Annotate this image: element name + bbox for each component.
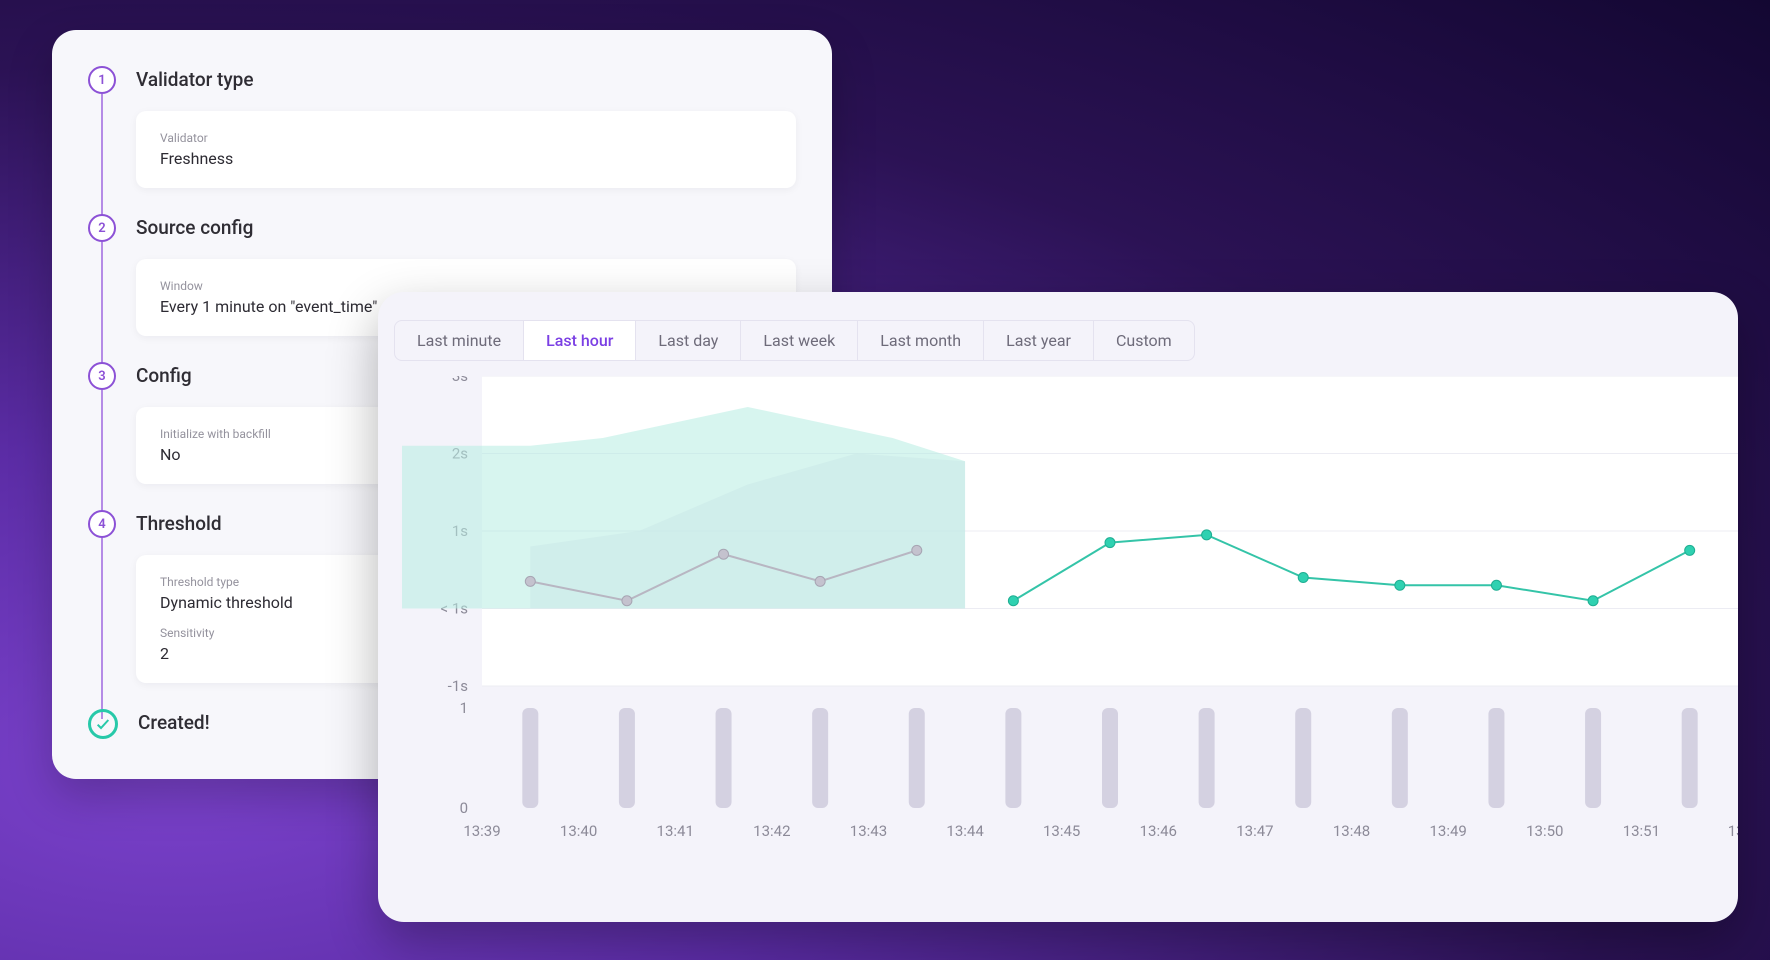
tab-last-day[interactable]: Last day (636, 321, 741, 360)
svg-text:-1s: -1s (448, 677, 468, 695)
svg-text:13:40: 13:40 (560, 822, 597, 840)
svg-text:13:41: 13:41 (657, 822, 694, 840)
svg-text:13:50: 13:50 (1526, 822, 1563, 840)
svg-text:0: 0 (460, 799, 468, 817)
step-rail (101, 390, 103, 520)
step-title: Validator type (136, 66, 796, 91)
field-label: Window (160, 279, 772, 293)
svg-text:13:42: 13:42 (753, 822, 790, 840)
step-panel: Validator Freshness (136, 111, 796, 188)
step-rail (101, 538, 103, 719)
step-badge-1: 1 (88, 66, 116, 94)
chart-card: Last minute Last hour Last day Last week… (378, 292, 1738, 922)
check-icon (88, 709, 118, 739)
svg-text:13:39: 13:39 (463, 822, 500, 840)
svg-text:1: 1 (460, 699, 468, 717)
step-rail (101, 242, 103, 372)
time-range-tabs: Last minute Last hour Last day Last week… (394, 320, 1195, 361)
svg-text:13:47: 13:47 (1236, 822, 1273, 840)
chart-plot: 3s2s1s< 1s-1s1013:3913:4013:4113:4213:43… (402, 376, 1738, 898)
svg-text:13:49: 13:49 (1429, 822, 1466, 840)
svg-text:13:46: 13:46 (1140, 822, 1177, 840)
step-title: Source config (136, 214, 796, 239)
field-value: Freshness (160, 149, 772, 168)
svg-text:13:45: 13:45 (1043, 822, 1080, 840)
svg-text:3s: 3s (452, 376, 468, 385)
wizard-step-1: 1 Validator type Validator Freshness (88, 66, 796, 188)
step-rail (101, 94, 103, 224)
svg-text:13:: 13: (1728, 822, 1738, 840)
tab-last-year[interactable]: Last year (984, 321, 1094, 360)
tab-last-minute[interactable]: Last minute (395, 321, 524, 360)
tab-last-week[interactable]: Last week (741, 321, 858, 360)
svg-text:13:51: 13:51 (1623, 822, 1660, 840)
field-label: Validator (160, 131, 772, 145)
svg-text:13:43: 13:43 (850, 822, 887, 840)
step-badge-4: 4 (88, 510, 116, 538)
svg-text:13:44: 13:44 (946, 822, 984, 840)
step-badge-2: 2 (88, 214, 116, 242)
step-badge-3: 3 (88, 362, 116, 390)
tab-last-hour[interactable]: Last hour (524, 321, 636, 360)
svg-text:13:48: 13:48 (1333, 822, 1370, 840)
tab-custom[interactable]: Custom (1094, 321, 1194, 360)
tab-last-month[interactable]: Last month (858, 321, 984, 360)
